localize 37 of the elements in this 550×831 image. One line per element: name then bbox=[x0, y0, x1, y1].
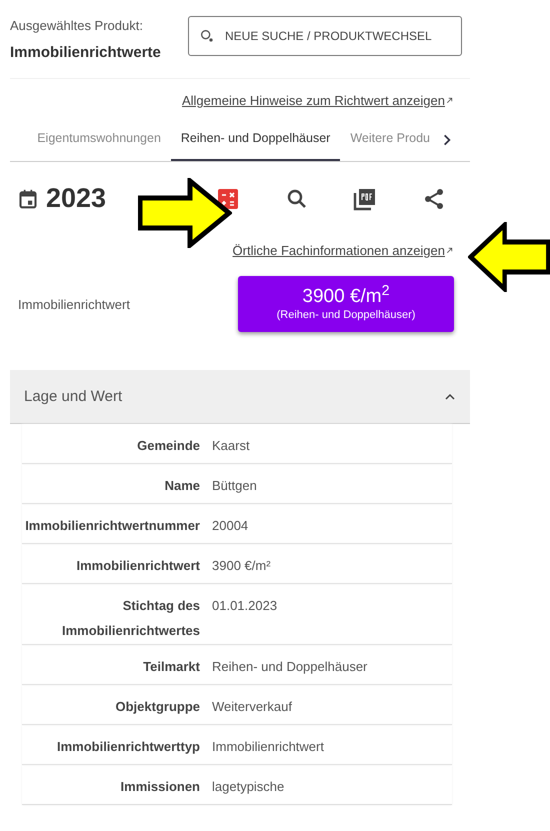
year-text: 2023 bbox=[46, 182, 106, 216]
field-value: Büttgen bbox=[212, 478, 257, 494]
tab[interactable]: Weitere Produ bbox=[340, 118, 440, 162]
field-label: Name bbox=[164, 478, 200, 494]
tab[interactable]: Reihen- und Doppelhäuser bbox=[170, 118, 340, 162]
search-icon bbox=[199, 28, 215, 44]
field-value: 3900 €/m² bbox=[212, 558, 271, 574]
section-header[interactable]: Lage und Wert bbox=[10, 370, 470, 424]
field-label: Immobilienrichtwert bbox=[76, 558, 200, 574]
share-icon[interactable] bbox=[422, 186, 446, 210]
field-label: Stichtag des Immobilienrichtwertes bbox=[62, 598, 200, 638]
field-value: Reihen- und Doppelhäuser bbox=[212, 658, 368, 674]
value-button[interactable]: 3900 €/m$^{2}$ (Reihen- und Doppelhäuser) bbox=[238, 276, 454, 332]
field-label: Gemeinde bbox=[137, 438, 200, 454]
field-value: Weiterverkauf bbox=[212, 698, 292, 714]
field-value: lagetypische bbox=[212, 778, 284, 794]
pdf-icon[interactable] bbox=[353, 186, 378, 210]
product-name: Immobilienrichtwerte bbox=[10, 42, 161, 62]
calendar-icon bbox=[18, 188, 38, 210]
field-value: Kaarst bbox=[212, 438, 250, 454]
field-label: Objektgruppe bbox=[115, 698, 200, 714]
external-link-icon bbox=[445, 96, 454, 106]
field-label: Immobilienrichtwertnummer bbox=[25, 518, 200, 534]
product-label: Ausgewähltes Produkt: bbox=[10, 17, 144, 35]
field-value: Immobilienrichtwert bbox=[212, 738, 324, 754]
field-value: 20004 bbox=[212, 518, 248, 534]
external-link-icon bbox=[445, 246, 454, 255]
tab[interactable]: Eigentumswohnungen bbox=[27, 118, 171, 162]
value-label: Immobilienrichtwert bbox=[18, 296, 130, 314]
field-label: Immissionen bbox=[120, 778, 200, 794]
field-label: Teilmarkt bbox=[143, 658, 200, 674]
field-value: 01.01.2023 bbox=[212, 598, 278, 614]
calculator-icon[interactable] bbox=[216, 186, 240, 210]
field-label: Immobilienrichtwerttyp bbox=[56, 738, 200, 754]
hint-link[interactable]: Allgemeine Hinweise zum Richtwert anzeigen bbox=[182, 91, 454, 110]
search-button[interactable]: NEUE SUCHE / PRODUKTWECHSEL bbox=[188, 16, 462, 56]
local-info-link[interactable]: Örtliche Fachinformationen anzeigen bbox=[232, 240, 454, 260]
